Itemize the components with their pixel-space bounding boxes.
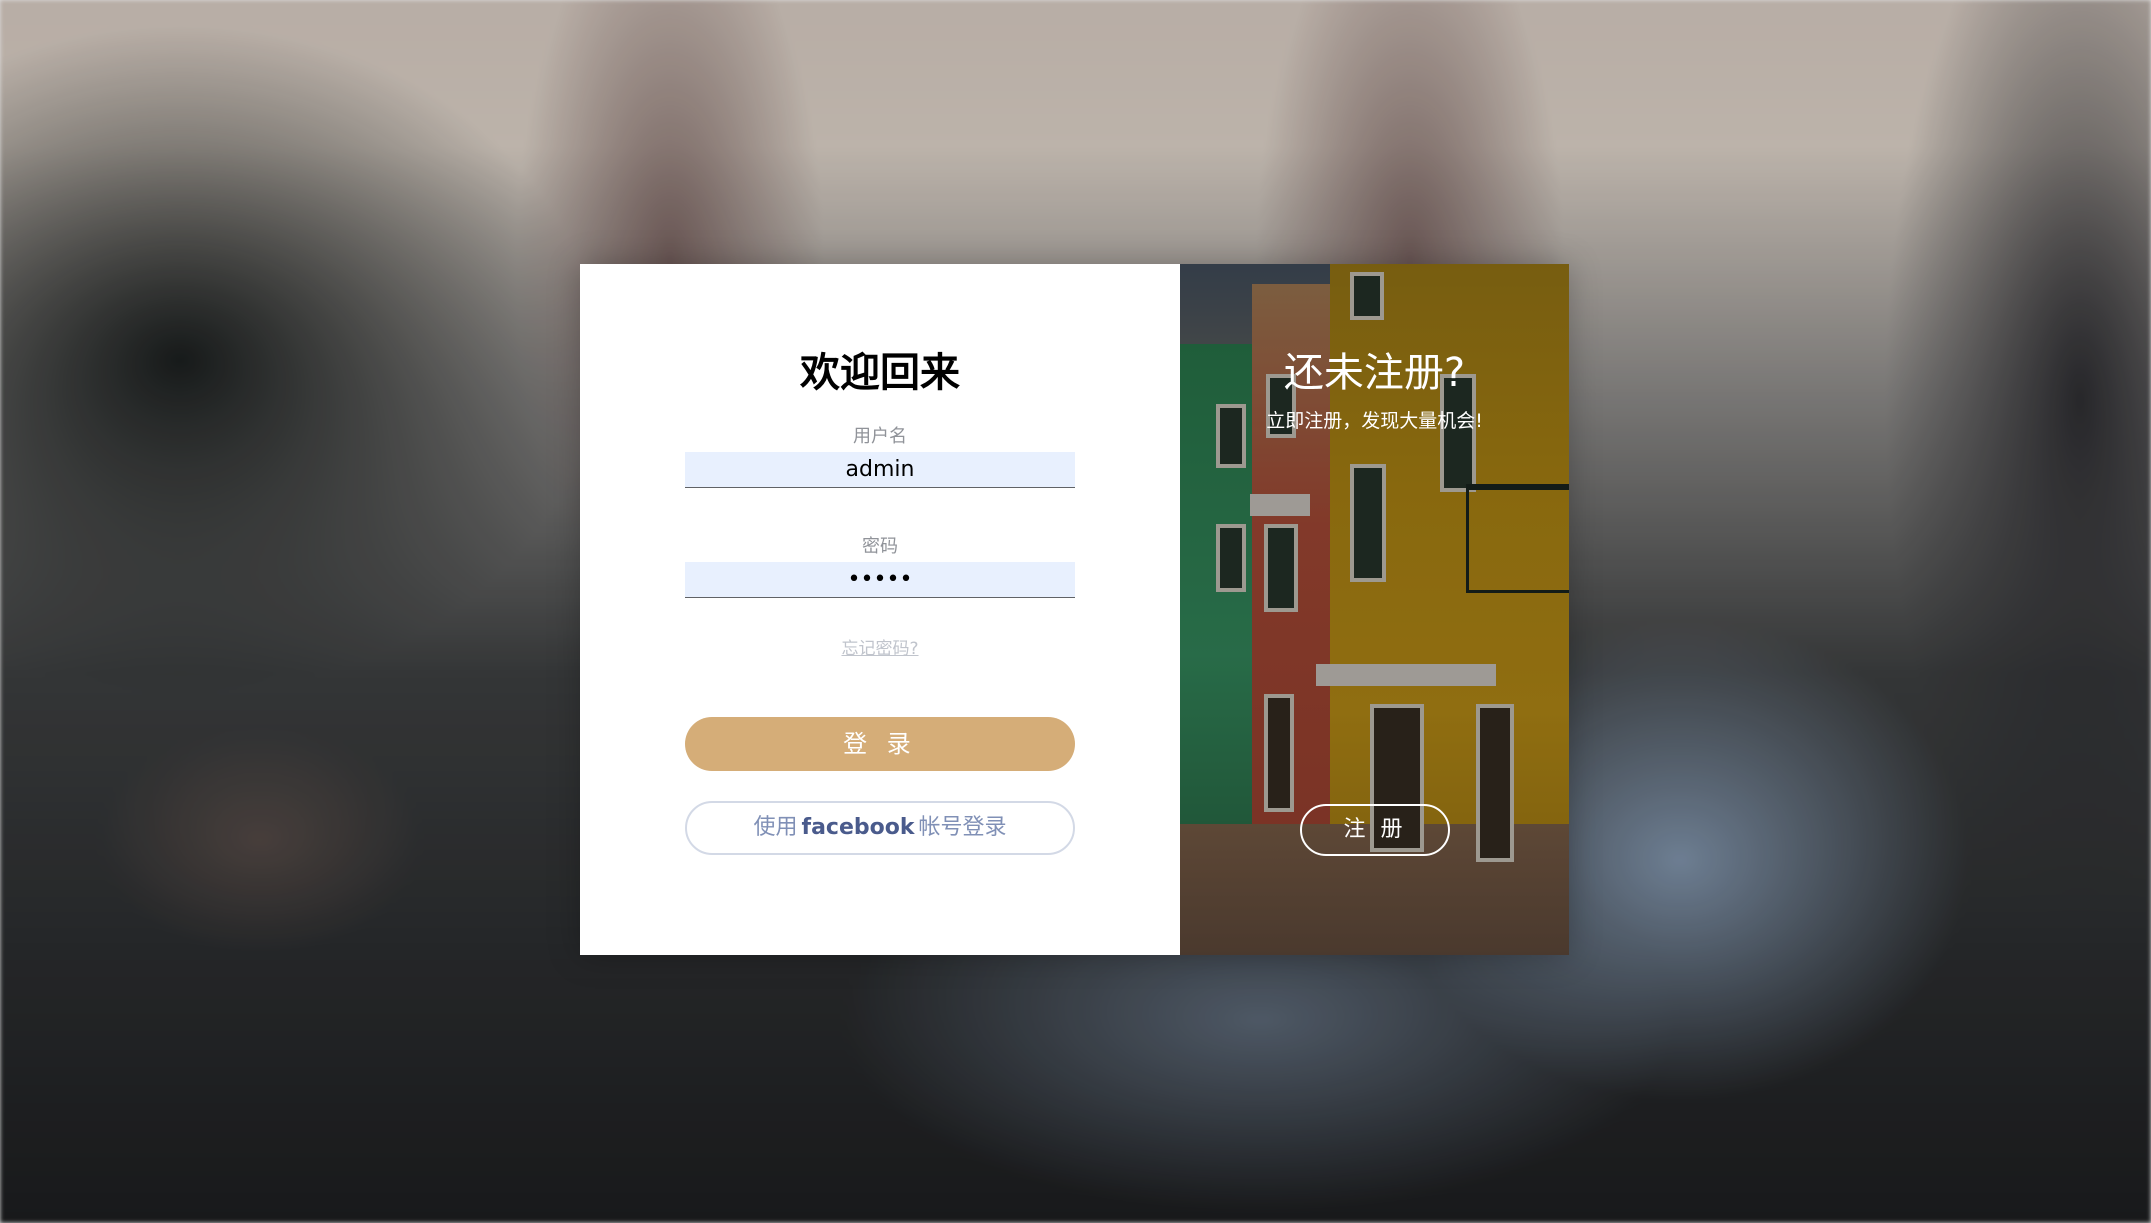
promo-subtitle: 立即注册，发现大量机会!: [1266, 410, 1483, 432]
password-input[interactable]: [685, 562, 1075, 598]
facebook-login-button[interactable]: 使用 facebook 帐号登录: [685, 801, 1075, 855]
promo-title: 还未注册?: [1283, 350, 1466, 396]
register-promo-panel: 还未注册? 立即注册，发现大量机会! 注 册: [1180, 264, 1569, 955]
page-title: 欢迎回来: [800, 350, 960, 396]
register-button[interactable]: 注 册: [1300, 804, 1450, 856]
username-label: 用户名: [853, 426, 907, 447]
login-card: 欢迎回来 用户名 密码 忘记密码? 登 录 使用facebook帐号登录: [580, 264, 1569, 955]
username-field-group: 用户名: [685, 422, 1075, 488]
username-input[interactable]: [685, 452, 1075, 488]
login-button[interactable]: 登 录: [685, 717, 1075, 771]
forgot-password-link[interactable]: 忘记密码?: [580, 634, 1180, 659]
facebook-button-suffix: 帐号登录: [918, 815, 1007, 840]
login-form-panel: 欢迎回来 用户名 密码 忘记密码? 登 录 使用facebook帐号登录: [580, 264, 1180, 955]
password-field-group: 密码: [685, 532, 1075, 598]
facebook-brand-text: facebook: [801, 815, 915, 840]
password-label: 密码: [862, 536, 898, 557]
facebook-button-prefix: 使用: [753, 815, 798, 840]
